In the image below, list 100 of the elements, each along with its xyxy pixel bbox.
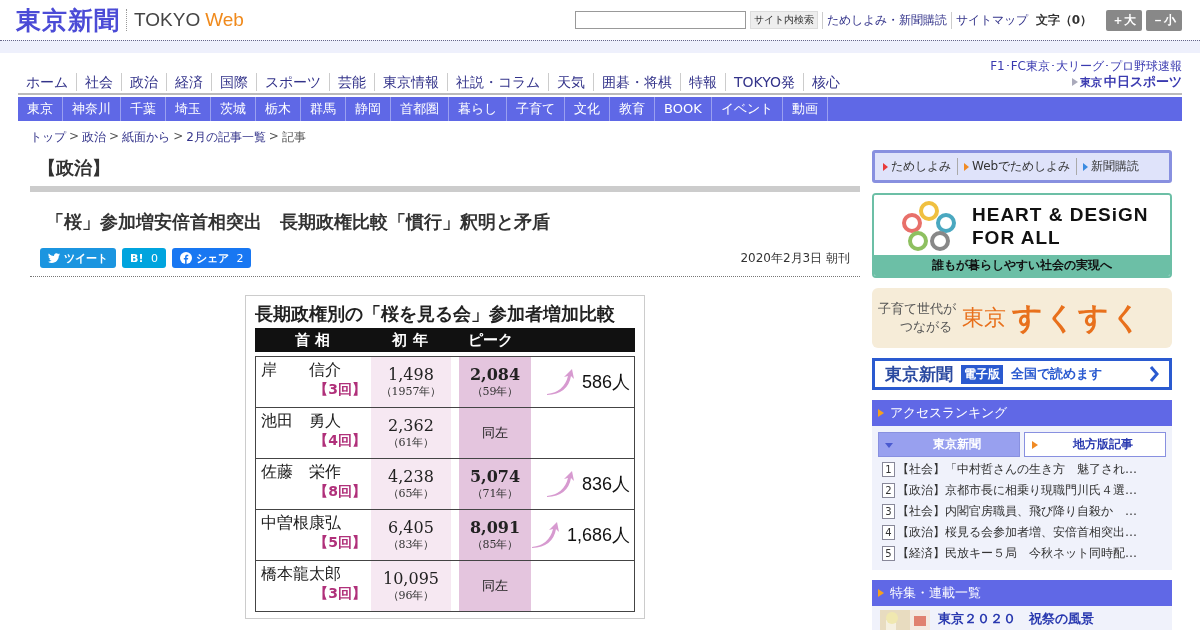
year-cell: （71年） [471,486,519,501]
triangle-icon [878,409,884,417]
figure-title: 長期政権別の「桜を見る会」参加者増加比較 [255,302,616,326]
table-cell: 同左 [482,577,508,595]
banner-brand: すくすく [1012,298,1144,337]
promo-link[interactable]: 東京中日スポーツ [1072,73,1182,91]
region-tab[interactable]: 静岡 [346,97,391,121]
breadcrumb-link[interactable]: 2月の記事一覧 [186,129,266,146]
flower-logo-icon [902,201,956,251]
nav-link[interactable]: 芸能 [329,73,374,91]
region-tab[interactable]: BOOK [655,97,712,121]
region-tab[interactable]: 千葉 [121,97,166,121]
chevron-right-icon [1149,366,1159,382]
breadcrumb-link[interactable]: 紙面から [122,129,171,146]
breadcrumb-link[interactable]: 政治 [82,129,107,146]
banner-tagline: 子育て世代が [878,300,956,318]
ranking-item[interactable]: 4 【政治】桜見る会参加者増、安倍首相突出… [872,522,1172,543]
ranking-item[interactable]: 2 【政治】京都市長に相乗り現職門川氏４選… [872,480,1172,501]
region-tab[interactable]: 暮らし [449,97,507,121]
nav-link[interactable]: 天気 [548,73,593,91]
article-date: 2020年2月3日 朝刊 [740,249,850,267]
year-cell: （61年） [387,435,435,450]
banner-brand: 東京 [962,304,1006,332]
region-tab[interactable]: 神奈川 [63,97,121,121]
region-tab[interactable]: 栃木 [256,97,301,121]
nav-link[interactable]: 囲碁・将棋 [593,73,680,91]
header-link[interactable]: ためしよみ・新聞購読 [821,11,947,29]
breadcrumb-current: 記事 [281,129,306,146]
table-cell: 10,095 [383,569,439,588]
nav-link[interactable]: ホーム [18,73,76,91]
nav-link[interactable]: スポーツ [256,73,329,91]
nav-link[interactable]: 特報 [680,73,725,91]
nav-link[interactable]: 核心 [803,73,849,91]
year-cell: （83年） [387,537,435,552]
trial-link[interactable]: 新聞購読 [1076,158,1146,175]
table-cell: 4,238 [388,467,434,486]
region-tab[interactable]: 文化 [565,97,610,121]
share-button[interactable]: シェア 2 [171,248,252,268]
nav-link[interactable]: TOKYO発 [725,73,804,91]
search-field[interactable] [574,11,746,29]
region-tab[interactable]: 東京 [18,97,63,121]
triangle-icon [878,589,884,597]
section-title: 【政治】 [30,150,860,192]
trial-link[interactable]: Webでためしよみ [957,158,1077,175]
article-headline: 「桜」参加増安倍首相突出 長期政権比較「慣行」釈明と矛盾 [46,210,551,234]
font-size-button[interactable]: ＋大 [1106,9,1142,31]
increase-value: 586人 [581,371,630,394]
region-tab[interactable]: 埼玉 [166,97,211,121]
ranking-tab[interactable]: 地方版記事 [1024,432,1166,457]
banner-caption: 誰もが暮らしやすい社会の実現へ [874,255,1170,276]
promo-tagline[interactable]: F1･FC東京･大リーグ･プロ野球速報 [990,59,1182,73]
ranking-item[interactable]: 1 【社会】「中村哲さんの生き方 魅了され… [872,459,1172,480]
table-cell: 8,091 [469,518,521,537]
nav-link[interactable]: 経済 [166,73,211,91]
year-cell: （96年） [387,588,435,603]
increase-arrow-icon [531,521,561,549]
bird-icon [48,253,60,263]
region-tab[interactable]: 群馬 [301,97,346,121]
increase-arrow-icon [545,368,576,396]
region-tab[interactable]: イベント [711,97,783,121]
triangle-icon [1031,440,1039,449]
search-button[interactable]: サイト内検索 [749,11,818,29]
breadcrumb-link[interactable]: トップ [30,129,66,146]
design-banner[interactable]: HEART & DESiGN FOR ALL 誰もが暮らしやすい社会の実現へ [872,193,1172,278]
region-tab[interactable]: 茨城 [211,97,256,121]
breadcrumb-separator: > [109,129,120,145]
digital-edition-banner[interactable]: 東京新聞 電子版 全国で読めます [872,358,1172,390]
trial-link[interactable]: ためしよみ [877,158,957,175]
year-cell: （59年） [471,384,519,399]
name-cell-text: 佐藤 栄作 [261,462,342,483]
nav-link[interactable]: 東京情報 [374,73,447,91]
breadcrumb-separator: > [173,129,184,145]
year-cell: （1957年） [380,384,442,399]
panel-title: アクセスランキング [890,404,1007,422]
breadcrumb-separator: > [268,129,279,145]
year-cell: （65年） [387,486,435,501]
site-sublogo: TOKYO Web [126,9,244,31]
region-tab[interactable]: 子育て [507,97,565,121]
banner-title: HEART & DESiGN [972,203,1149,226]
table-cell: 同左 [482,424,508,442]
ranking-item[interactable]: 5 【経済】民放キー５局 今秋ネット同時配… [872,543,1172,564]
arrow-icon [1072,78,1078,86]
ranking-item[interactable]: 3 【社会】内閣官房職員、飛び降り自殺か … [872,501,1172,522]
nav-link[interactable]: 政治 [121,73,166,91]
feature-link[interactable]: 東京２０２０ 祝祭の風景 [938,610,1094,630]
banner-brand: 東京新聞 [885,362,953,386]
site-logo[interactable]: 東京新聞 [16,3,120,37]
table-cell: 1,498 [388,365,434,384]
banner-text: 全国で読めます [1011,365,1102,383]
facebook-icon [179,252,192,264]
region-tab[interactable]: 首都圏 [391,97,449,121]
font-size-button[interactable]: －小 [1146,9,1182,31]
nav-link[interactable]: 社会 [76,73,121,91]
header-link[interactable]: サイトマップ [950,11,1028,29]
table-cell: 6,405 [388,518,434,537]
nav-link[interactable]: 社説・コラム [447,73,548,91]
banner-title: FOR ALL [972,226,1062,249]
nav-link[interactable]: 国際 [211,73,256,91]
region-tab[interactable]: 動画 [782,97,828,121]
region-tab[interactable]: 教育 [610,97,655,121]
